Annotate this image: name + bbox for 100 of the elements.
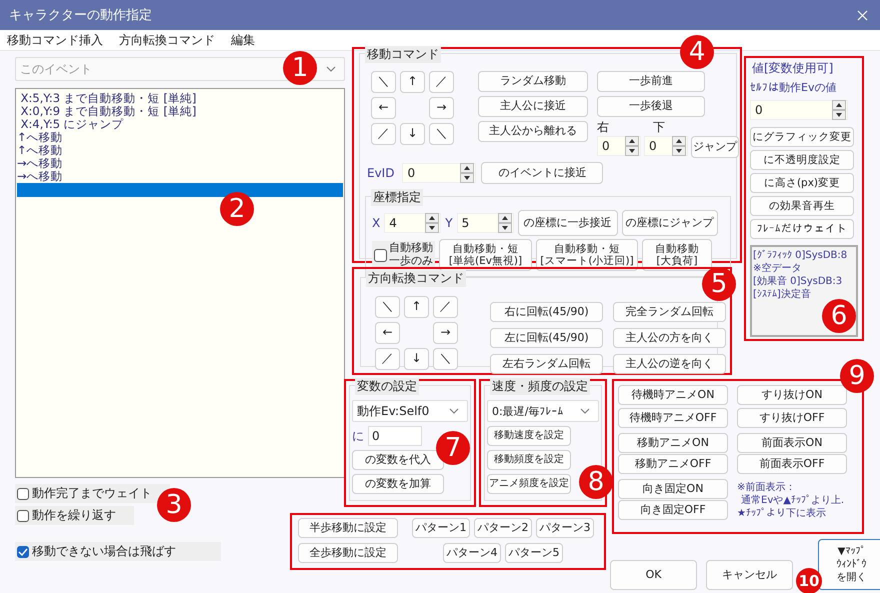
command-button[interactable]: パターン1 [412,518,470,538]
spin-buttons-icon[interactable] [672,136,686,156]
spin-buttons-icon[interactable] [425,213,440,233]
number-field[interactable]: 0 [402,163,476,183]
menu-item[interactable]: 方向転換コマンド [119,32,215,48]
list-item[interactable]: →へ移動 [17,170,343,183]
number-field[interactable]: 0 [644,136,688,156]
command-button[interactable]: の変数を加算 [352,474,444,494]
arrow-button[interactable]: ／ [429,71,454,93]
dropdown[interactable]: 動作Ev:Self0 [352,400,468,422]
command-button[interactable]: 全歩移動に設定 [298,543,398,563]
number-field[interactable]: 0 [750,100,848,120]
command-button[interactable]: にグラフィック変更 [750,127,854,147]
command-button[interactable]: 移動アニメOFF [618,454,728,474]
command-button[interactable]: パターン2 [474,518,532,538]
spin-buttons-icon[interactable] [625,136,639,156]
command-button[interactable]: アニメ頻度を設定 [487,474,571,494]
list-item[interactable]: X:5,Y:3 まで自動移動・短 [単純] [17,92,343,105]
arrow-button[interactable]: ← [375,322,400,344]
command-button[interactable]: 一歩前進 [597,71,705,92]
command-button[interactable]: 待機時アニメON [618,385,728,405]
command-button[interactable]: 主人公の方を向く [613,328,726,348]
command-button[interactable]: ランダム移動 [478,71,588,92]
list-item[interactable]: ↑へ移動 [17,144,343,157]
spin-buttons-icon[interactable] [460,163,474,183]
number-badge: 9 [840,359,874,393]
command-button[interactable]: の変数を代入 [352,450,444,470]
command-button[interactable]: 自動移動・短 [スマート(小迂回)] [536,239,638,271]
checkbox-label: 移動できない場合は飛ばす [32,543,176,560]
command-button[interactable]: ﾌﾚｰﾑだけウェイト [750,219,854,239]
arrow-button[interactable]: ↓ [404,348,429,370]
map-window-button[interactable]: ▼ﾏｯﾌﾟ ｳｨﾝﾄﾞｳ を開く [818,539,880,590]
command-button[interactable]: 自動移動 [大負荷] [642,239,712,271]
checkbox[interactable] [17,546,29,558]
checkbox[interactable] [17,488,29,500]
arrow-button[interactable]: ↓ [400,123,425,145]
close-icon[interactable] [857,10,868,20]
list-item[interactable]: →へ移動 [17,157,343,170]
command-button[interactable]: の座標に一歩接近 [518,210,618,236]
checkbox[interactable] [374,248,387,262]
command-button[interactable]: 前面表示OFF [737,454,847,474]
menu-item[interactable]: 編集 [231,32,255,48]
command-button[interactable]: すり抜けOFF [737,408,847,428]
command-button[interactable]: 移動アニメON [618,433,728,453]
ok-button[interactable]: OK [610,560,697,590]
command-button[interactable]: 向き固定ON [618,479,728,499]
command-button[interactable]: 前面表示ON [737,433,847,453]
command-button[interactable]: 自動移動・短 [単純(Ev無視)] [439,239,532,271]
command-button[interactable]: 移動速度を設定 [487,426,571,446]
command-button[interactable]: 待機時アニメOFF [618,408,728,428]
command-button[interactable]: 左右ランダム回転 [490,354,603,374]
arrow-button[interactable]: ／ [371,123,396,145]
command-button[interactable]: 移動頻度を設定 [487,450,571,470]
arrow-button[interactable]: ← [371,97,396,119]
note-text: ★ﾁｯﾌﾟより下に表示 [737,507,826,520]
command-button[interactable]: 向き固定OFF [618,500,728,520]
arrow-button[interactable]: ／ [433,296,458,318]
spin-buttons-icon[interactable] [832,100,846,120]
arrow-button[interactable]: ＼ [375,296,400,318]
menu-item[interactable]: 移動コマンド挿入 [7,32,103,48]
cancel-button[interactable]: キャンセル [706,560,793,590]
command-button[interactable]: に高さ(px)変更 [750,173,854,193]
arrow-button[interactable]: ↑ [404,296,429,318]
number-field[interactable]: 5 [456,213,514,233]
input-field[interactable]: 0 [368,426,422,446]
list-item[interactable]: ↑へ移動 [17,131,343,144]
command-button[interactable]: パターン4 [443,543,501,563]
number-field[interactable]: 0 [597,136,641,156]
arrow-button[interactable]: ／ [375,348,400,370]
arrow-button[interactable]: → [433,322,458,344]
command-button[interactable]: の座標にジャンプ [622,210,718,236]
list-item[interactable]: X:0,Y:9 まで自動移動・短 [単純] [17,105,343,118]
arrow-button[interactable]: ＼ [433,348,458,370]
command-button[interactable]: 完全ランダム回転 [613,302,726,322]
arrow-button[interactable]: → [429,97,454,119]
number-field[interactable]: 4 [384,213,442,233]
command-button[interactable]: 左に回転(45/90) [490,328,603,348]
arrow-button[interactable]: ↑ [400,71,425,93]
list-item[interactable]: X:4,Y:5 にジャンプ [17,118,343,131]
command-button[interactable]: 半歩移動に設定 [298,518,398,538]
command-button[interactable]: 右に回転(45/90) [490,302,603,322]
command-button[interactable]: に不透明度設定 [750,150,854,170]
command-button[interactable]: の効果音再生 [750,196,854,216]
number-badge: 5 [702,267,736,301]
jump-button[interactable]: ジャンプ [691,136,739,158]
field-label: Y [445,216,453,230]
chevron-down-icon [580,408,590,414]
command-button[interactable]: パターン5 [505,543,563,563]
command-button[interactable]: 主人公の逆を向く [613,354,726,374]
dropdown[interactable]: 0:最遅/毎ﾌﾚｰﾑ [487,400,599,422]
arrow-button[interactable]: ＼ [429,123,454,145]
command-button[interactable]: のイベントに接近 [481,162,604,184]
command-button[interactable]: 主人公に接近 [478,96,588,117]
command-button[interactable]: すり抜けON [737,385,847,405]
checkbox[interactable] [17,510,29,522]
arrow-button[interactable]: ＼ [371,71,396,93]
command-button[interactable]: 一歩後退 [597,96,705,117]
spin-buttons-icon[interactable] [498,213,512,233]
command-button[interactable]: パターン3 [536,518,594,538]
command-button[interactable]: 主人公から離れる [478,121,588,142]
